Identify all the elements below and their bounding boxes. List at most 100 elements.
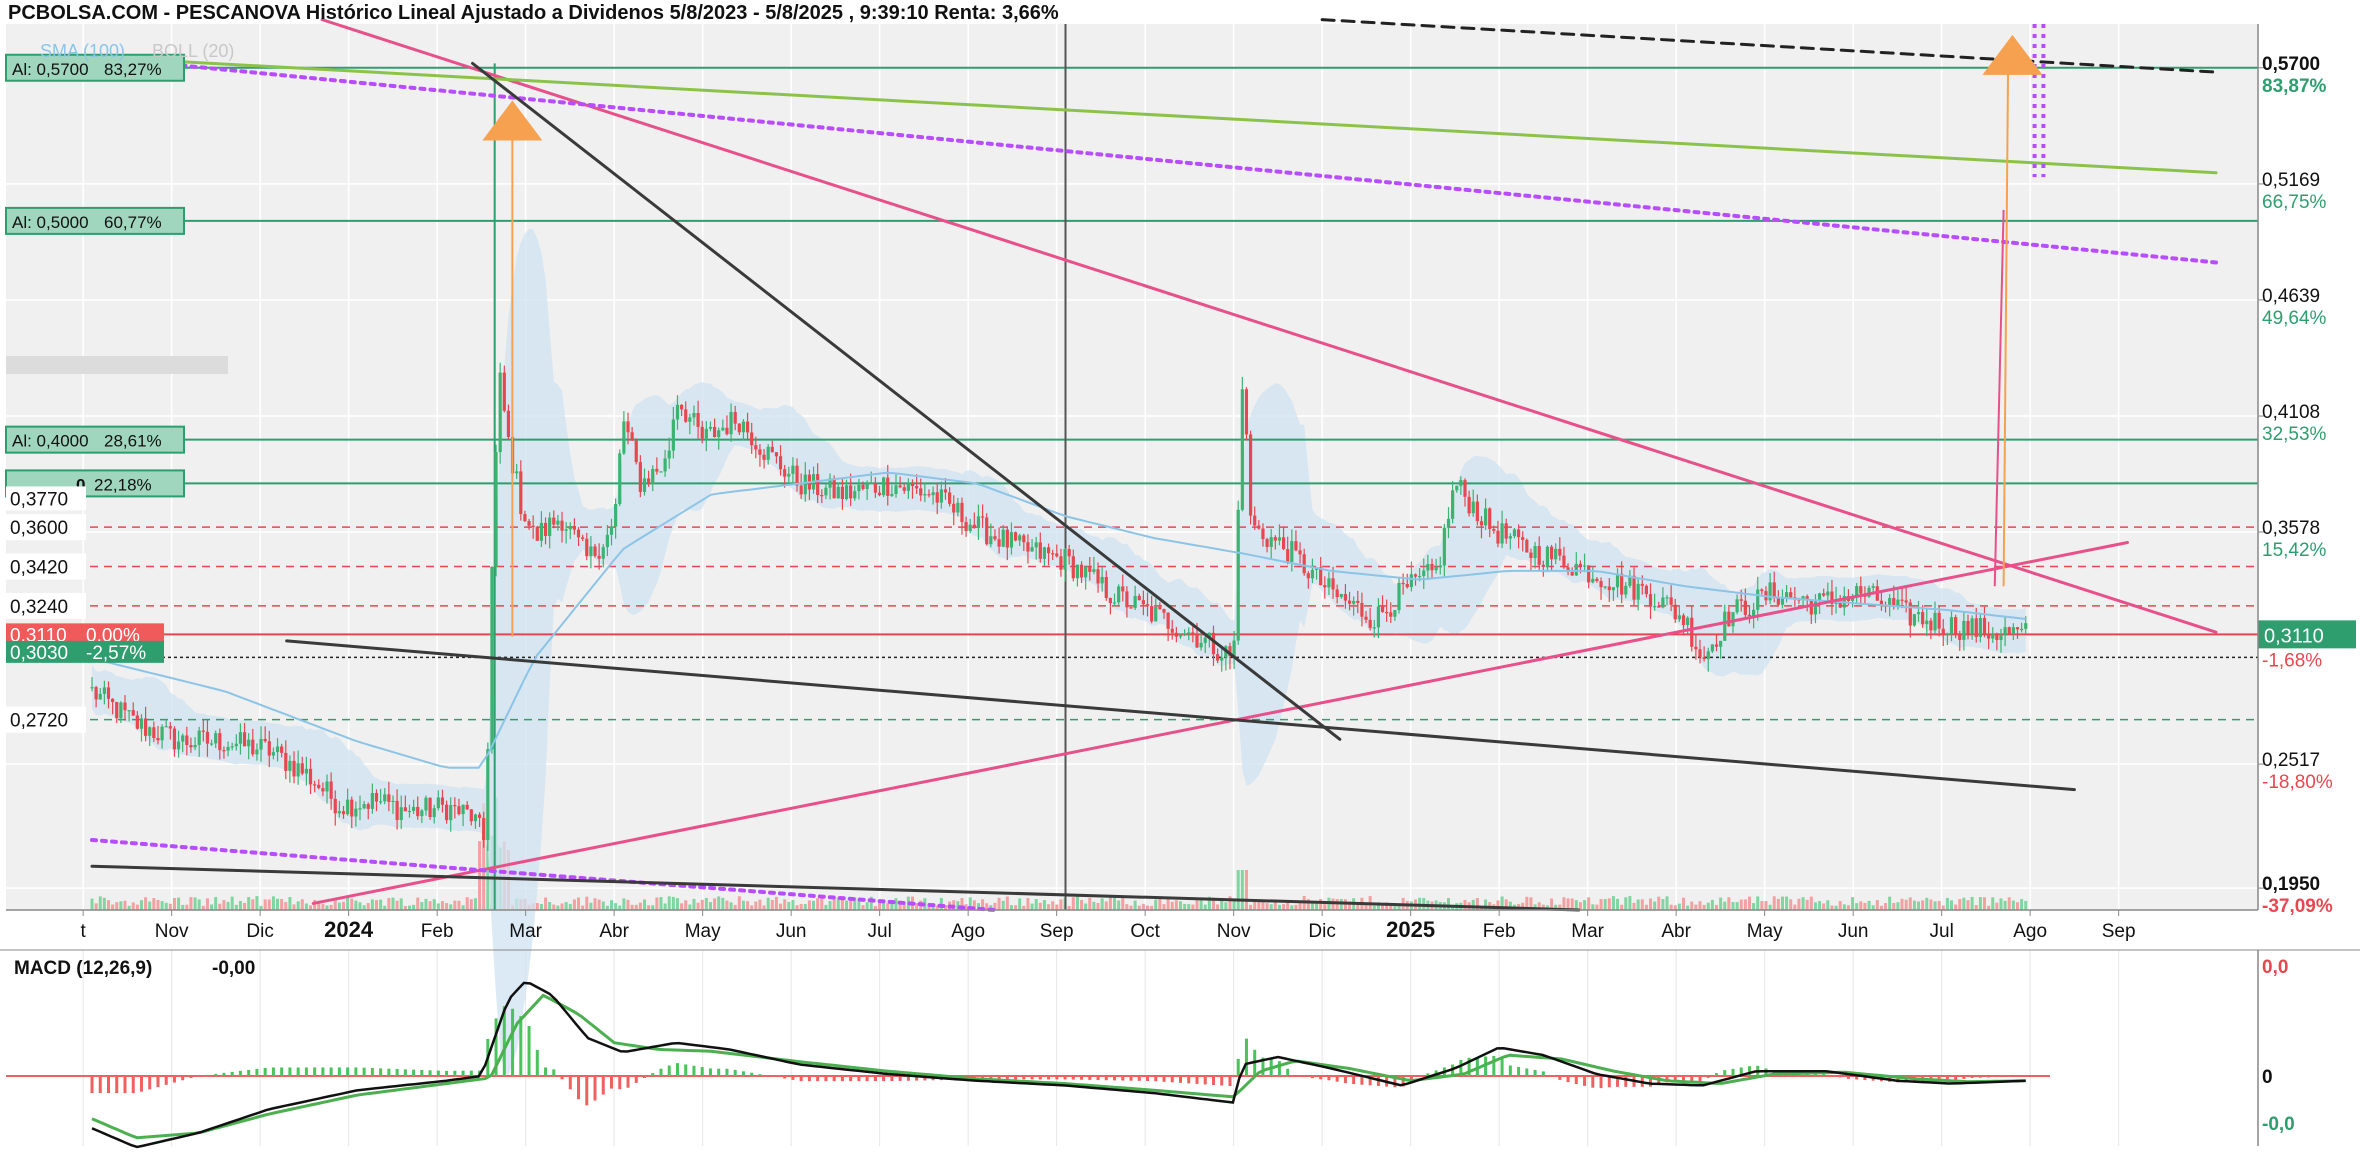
macd-histogram-bar bbox=[1088, 1076, 1091, 1080]
volume-bar bbox=[103, 898, 106, 910]
volume-bar bbox=[610, 900, 613, 910]
alert-tag-pct: 28,61% bbox=[104, 432, 162, 451]
macd-histogram-bar bbox=[222, 1073, 225, 1076]
volume-bar bbox=[1785, 897, 1788, 910]
candle-body bbox=[243, 732, 246, 746]
candle-body bbox=[964, 522, 967, 531]
macd-histogram-bar bbox=[107, 1076, 110, 1093]
volume-bar bbox=[1670, 905, 1673, 910]
volume-bar bbox=[1628, 896, 1631, 910]
candle-body bbox=[1402, 583, 1405, 584]
volume-bar bbox=[1047, 904, 1050, 910]
volume-bar bbox=[1084, 903, 1087, 910]
candle-body bbox=[1158, 607, 1161, 609]
volume-bar bbox=[1661, 899, 1664, 910]
volume-bar bbox=[754, 902, 757, 910]
volume-bar bbox=[429, 901, 432, 910]
volume-bar bbox=[231, 897, 234, 910]
candle-body bbox=[837, 487, 840, 499]
axis-pct-label: 66,75% bbox=[2262, 192, 2327, 213]
volume-bar bbox=[1006, 897, 1009, 910]
candle-body bbox=[2012, 627, 2015, 634]
volume-bar bbox=[1826, 900, 1829, 910]
volume-bar bbox=[1991, 897, 1994, 910]
volume-bar bbox=[1818, 901, 1821, 910]
x-tick-label: Abr bbox=[599, 921, 629, 942]
candle-body bbox=[1938, 613, 1941, 629]
volume-bar bbox=[746, 901, 749, 910]
volume-bar bbox=[886, 903, 889, 910]
volume-bar bbox=[210, 904, 213, 910]
candle-body bbox=[1604, 586, 1607, 587]
macd-histogram-bar bbox=[1171, 1076, 1174, 1082]
volume-bar bbox=[99, 896, 102, 910]
volume-bar bbox=[1843, 904, 1846, 910]
axis-price-label: 0,3578 bbox=[2262, 518, 2320, 539]
volume-bar bbox=[1917, 901, 1920, 910]
volume-bar bbox=[288, 897, 291, 910]
candle-body bbox=[1096, 569, 1099, 583]
volume-bar bbox=[820, 898, 823, 910]
candle-body bbox=[1649, 594, 1652, 606]
volume-bar bbox=[639, 903, 642, 910]
candle-body bbox=[181, 735, 184, 741]
macd-histogram-bar bbox=[519, 1016, 522, 1076]
volume-bar bbox=[165, 903, 168, 910]
volume-bar bbox=[1154, 900, 1157, 910]
macd-histogram-bar bbox=[899, 1076, 902, 1081]
volume-bar bbox=[2024, 901, 2027, 910]
legend-boll: BOLL (20) bbox=[152, 41, 234, 61]
macd-histogram-bar bbox=[1327, 1076, 1330, 1080]
candle-body bbox=[235, 744, 238, 747]
candle-body bbox=[268, 741, 271, 755]
volume-bar bbox=[1187, 904, 1190, 910]
volume-bar bbox=[379, 900, 382, 910]
candle-body bbox=[136, 716, 139, 729]
volume-bar bbox=[194, 897, 197, 910]
candle-body bbox=[198, 731, 201, 745]
macd-histogram-bar bbox=[1179, 1076, 1182, 1083]
macd-histogram-bar bbox=[99, 1076, 102, 1093]
candle-body bbox=[165, 726, 168, 727]
macd-histogram-bar bbox=[725, 1069, 728, 1076]
candle-body bbox=[783, 469, 786, 476]
candle-body bbox=[1612, 587, 1615, 590]
volume-bar bbox=[573, 899, 576, 910]
volume-bar bbox=[664, 903, 667, 910]
x-tick-label: Feb bbox=[421, 921, 454, 942]
candle-body bbox=[1080, 565, 1083, 578]
volume-bar bbox=[1175, 900, 1178, 910]
volume-bar bbox=[1769, 905, 1772, 910]
candle-body bbox=[746, 422, 749, 433]
macd-histogram-bar bbox=[701, 1067, 704, 1076]
volume-bar bbox=[1690, 902, 1693, 910]
macd-histogram-bar bbox=[297, 1067, 300, 1076]
candle-body bbox=[981, 516, 984, 517]
axis-pct-label: 15,42% bbox=[2262, 540, 2327, 561]
level-label: 0,3420 bbox=[10, 558, 68, 579]
macd-histogram-bar bbox=[1055, 1076, 1058, 1079]
alert-tag-label: Al: 0,5700 bbox=[12, 60, 89, 79]
candle-body bbox=[1117, 586, 1120, 602]
candle-body bbox=[713, 427, 716, 437]
candle-body bbox=[1286, 549, 1289, 562]
candle-body bbox=[890, 494, 893, 496]
candle-body bbox=[915, 486, 918, 488]
volume-bar bbox=[635, 905, 638, 910]
candle-body bbox=[1129, 607, 1132, 608]
macd-histogram-bar bbox=[288, 1067, 291, 1076]
candle-body bbox=[1340, 594, 1343, 597]
candle-body bbox=[1241, 389, 1244, 510]
candle-body bbox=[1789, 592, 1792, 597]
faint-label-box bbox=[6, 356, 228, 374]
candle-body bbox=[400, 807, 403, 820]
volume-bar bbox=[536, 903, 539, 910]
candle-body bbox=[1760, 590, 1763, 592]
volume-bar bbox=[1979, 897, 1982, 910]
volume-bar bbox=[1088, 898, 1091, 910]
candle-body bbox=[396, 801, 399, 820]
candle-body bbox=[1459, 480, 1462, 486]
volume-bar bbox=[614, 903, 617, 910]
macd-histogram-bar bbox=[800, 1076, 803, 1081]
volume-bar bbox=[1179, 901, 1182, 910]
